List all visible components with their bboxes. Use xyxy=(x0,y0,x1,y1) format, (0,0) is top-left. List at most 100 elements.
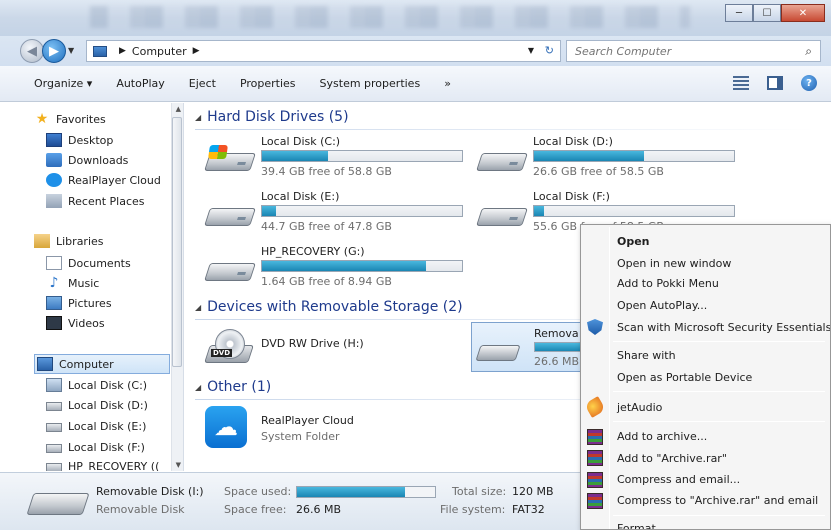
menu-open-autoplay[interactable]: Open AutoPlay... xyxy=(617,299,707,312)
navigation-pane: ★ Favorites Desktop Downloads RealPlayer … xyxy=(0,103,184,471)
collapse-icon[interactable]: ◢ xyxy=(195,303,201,312)
menu-add-to-pokki[interactable]: Add to Pokki Menu xyxy=(617,277,719,290)
nav-drive-d[interactable]: Local Disk (D:) xyxy=(46,395,148,415)
group-divider xyxy=(195,129,815,130)
eject-button[interactable]: Eject xyxy=(177,77,228,90)
menu-add-to-archive-rar[interactable]: Add to "Archive.rar" xyxy=(617,452,727,465)
nav-videos[interactable]: Videos xyxy=(46,313,105,333)
drive-icon xyxy=(46,378,62,392)
nav-recent-places[interactable]: Recent Places xyxy=(46,191,145,211)
menu-compress-and-email[interactable]: Compress and email... xyxy=(617,473,740,486)
system-properties-button[interactable]: System properties xyxy=(308,77,433,90)
drive-tile-removable[interactable]: Remova 26.6 MB xyxy=(471,322,591,372)
menu-scan-security-essentials[interactable]: Scan with Microsoft Security Essentials xyxy=(617,321,830,334)
winrar-icon xyxy=(587,472,603,488)
menu-format[interactable]: Format... xyxy=(617,522,666,529)
nav-desktop[interactable]: Desktop xyxy=(46,130,113,150)
breadcrumb-computer[interactable]: Computer xyxy=(132,45,187,58)
group-removable-storage[interactable]: ◢ Devices with Removable Storage (2) xyxy=(195,299,815,320)
pictures-icon xyxy=(46,296,62,310)
drive-tile-c[interactable]: Local Disk (C:) 39.4 GB free of 58.8 GB xyxy=(204,135,465,181)
nav-drive-e[interactable]: Local Disk (E:) xyxy=(46,416,146,436)
recent-pages-dropdown[interactable]: ▼ xyxy=(68,46,74,55)
collapse-icon[interactable]: ◢ xyxy=(195,113,201,122)
group-hard-disk-drives[interactable]: ◢ Hard Disk Drives (5) xyxy=(195,109,815,130)
maximize-button[interactable]: ☐ xyxy=(753,4,781,22)
desktop-icon xyxy=(46,133,62,147)
drive-icon xyxy=(46,463,62,471)
drive-icon xyxy=(46,402,62,411)
chevron-right-icon[interactable]: ▶ xyxy=(119,46,126,56)
chevron-right-icon[interactable]: ▶ xyxy=(193,46,200,56)
nav-computer[interactable]: Computer xyxy=(34,354,170,374)
menu-share-with[interactable]: Share with xyxy=(617,349,676,362)
preview-pane-icon[interactable] xyxy=(767,76,783,90)
nav-favorites[interactable]: ★ Favorites xyxy=(34,109,106,129)
title-bar: ─ ☐ ✕ xyxy=(0,0,831,36)
collapse-icon[interactable]: ◢ xyxy=(195,383,201,392)
menu-compress-rar-and-email[interactable]: Compress to "Archive.rar" and email xyxy=(617,494,818,507)
removable-disk-icon xyxy=(475,345,521,361)
search-box[interactable]: ⌕ xyxy=(566,40,821,62)
drive-tile-e[interactable]: Local Disk (E:) 44.7 GB free of 47.8 GB xyxy=(204,190,465,236)
drive-tile-dvd[interactable]: DVD DVD RW Drive (H:) xyxy=(201,325,461,371)
forward-button[interactable]: ▶ xyxy=(42,39,66,63)
drive-tile-d[interactable]: Local Disk (D:) 26.6 GB free of 58.5 GB xyxy=(476,135,737,181)
nav-libraries[interactable]: Libraries xyxy=(34,231,104,251)
nav-drive-g[interactable]: HP_RECOVERY (( xyxy=(46,456,159,471)
autoplay-button[interactable]: AutoPlay xyxy=(104,77,176,90)
nav-music[interactable]: ♪ Music xyxy=(46,273,100,293)
group-other[interactable]: ◢ Other (1) xyxy=(195,379,815,400)
music-icon: ♪ xyxy=(49,275,59,291)
drive-usage-bar xyxy=(533,205,735,217)
nav-scroll-thumb[interactable] xyxy=(172,117,182,367)
more-commands-button[interactable]: » xyxy=(432,77,463,90)
nav-drive-f[interactable]: Local Disk (F:) xyxy=(46,437,145,457)
dvd-drive-icon: DVD xyxy=(204,329,254,365)
realplayer-cloud-name[interactable]: RealPlayer Cloud xyxy=(261,414,354,427)
menu-open-new-window[interactable]: Open in new window xyxy=(617,257,731,270)
address-bar[interactable]: ▶ Computer ▶ ▼ ↻ xyxy=(86,40,561,62)
star-icon: ★ xyxy=(35,111,49,127)
nav-realplayer-cloud[interactable]: RealPlayer Cloud xyxy=(46,170,161,190)
scroll-up-icon[interactable]: ▲ xyxy=(176,105,181,113)
drive-tile-g[interactable]: HP_RECOVERY (G:) 1.64 GB free of 8.94 GB xyxy=(204,245,465,291)
drive-icon xyxy=(46,423,62,432)
nav-drive-c[interactable]: Local Disk (C:) xyxy=(46,375,147,395)
search-icon[interactable]: ⌕ xyxy=(805,44,812,59)
minimize-button[interactable]: ─ xyxy=(725,4,753,22)
back-button[interactable]: ◀ xyxy=(20,39,44,63)
details-fs-value: FAT32 xyxy=(512,503,545,516)
change-view-icon[interactable] xyxy=(733,76,749,90)
winrar-icon xyxy=(587,493,603,509)
removable-disk-icon xyxy=(26,493,90,515)
refresh-icon[interactable]: ↻ xyxy=(545,44,554,57)
properties-button[interactable]: Properties xyxy=(228,77,308,90)
menu-gutter xyxy=(609,227,610,529)
address-dropdown-icon[interactable]: ▼ xyxy=(528,46,534,55)
nav-pictures[interactable]: Pictures xyxy=(46,293,112,313)
scroll-down-icon[interactable]: ▼ xyxy=(176,461,181,469)
search-input[interactable] xyxy=(575,44,795,58)
menu-add-to-archive[interactable]: Add to archive... xyxy=(617,430,707,443)
drive-usage-bar xyxy=(261,150,463,162)
nav-documents[interactable]: Documents xyxy=(46,253,131,273)
details-free-label: Space free: xyxy=(224,503,287,516)
realplayer-cloud-icon[interactable]: ☁ xyxy=(205,406,247,448)
nav-downloads[interactable]: Downloads xyxy=(46,150,128,170)
recent-places-icon xyxy=(46,194,62,208)
winrar-icon xyxy=(587,450,603,466)
menu-separator xyxy=(613,515,825,516)
menu-open-portable-device[interactable]: Open as Portable Device xyxy=(617,371,752,384)
documents-icon xyxy=(46,256,62,270)
close-button[interactable]: ✕ xyxy=(781,4,825,22)
menu-jetaudio[interactable]: jetAudio xyxy=(617,401,662,414)
window-controls: ─ ☐ ✕ xyxy=(725,4,825,22)
organize-menu[interactable]: Organize ▾ xyxy=(0,77,104,90)
drive-icon xyxy=(204,200,256,228)
help-icon[interactable]: ? xyxy=(801,75,817,91)
nav-scrollbar[interactable]: ▲ ▼ xyxy=(171,103,183,471)
menu-separator xyxy=(613,391,825,392)
menu-open[interactable]: Open xyxy=(617,235,650,248)
details-used-label: Space used: xyxy=(224,485,292,498)
